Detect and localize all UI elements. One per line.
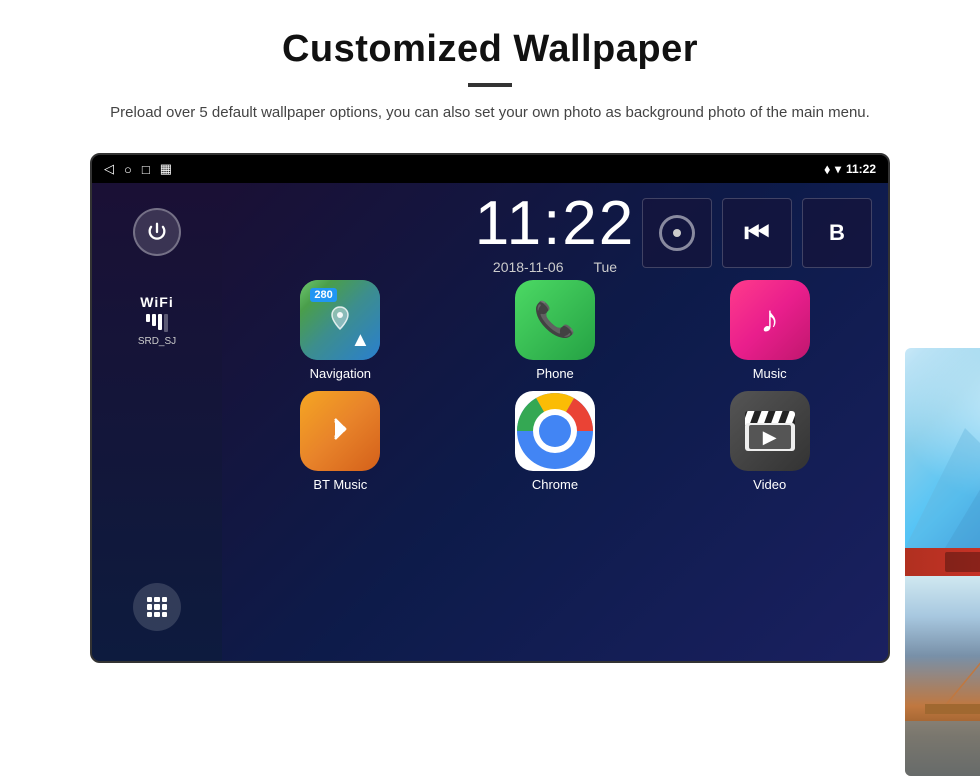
wifi-bar-2 [152,314,156,326]
status-time: 11:22 [846,162,876,176]
header: Customized Wallpaper Preload over 5 defa… [0,0,980,143]
media-b-icon: B [829,220,845,246]
nav-app-icon: 280 ▲ [300,280,380,360]
screenshot-icon[interactable]: ▦ [160,161,172,177]
apps-button[interactable] [133,583,181,631]
wifi-bar-4 [164,314,168,332]
chrome-app-label: Chrome [532,477,578,492]
screen-body: WiFi SRD_SJ [92,183,888,661]
nav-app-label: Navigation [310,366,371,381]
power-icon [146,221,168,243]
status-icons: ⬧ ▾ 11:22 [825,162,876,177]
bt-music-app-label: BT Music [313,477,367,492]
wallpaper-ice[interactable] [905,348,980,548]
nav-map-inner: 280 ▲ [300,280,380,360]
app-item-phone[interactable]: 📞 Phone [453,280,658,381]
clock-day: Tue [593,259,617,275]
app-item-bt-music[interactable]: BT Music [238,391,443,492]
video-app-icon: ▶ [730,391,810,471]
status-bar: ◁ ○ □ ▦ ⬧ ▾ 11:22 [92,155,888,183]
video-app-label: Video [753,477,786,492]
signal-icon-box [642,198,712,268]
nav-badge: 280 [310,288,336,302]
page-title: Customized Wallpaper [60,28,920,71]
wallpaper-device-strip [905,548,980,576]
phone-app-icon: 📞 [515,280,595,360]
chrome-svg-icon [515,391,595,471]
sidebar: WiFi SRD_SJ [92,183,222,661]
ice-svg [905,348,980,548]
app-grid: 280 ▲ Navigation [238,280,872,492]
wifi-label: WiFi [138,294,176,310]
device-frame: ◁ ○ □ ▦ ⬧ ▾ 11:22 [90,153,890,663]
music-note-icon: ♪ [760,299,779,342]
title-divider [468,83,512,87]
bluetooth-icon [321,409,359,454]
location-icon: ⬧ [825,162,830,177]
recents-icon[interactable]: □ [142,162,150,177]
bt-app-icon [300,391,380,471]
skip-icon: ⏮ [744,217,769,250]
power-button[interactable] [133,208,181,256]
home-icon[interactable]: ○ [124,162,132,177]
screen-main: 11:22 2018-11-06 Tue [222,183,888,661]
app-item-chrome[interactable]: Chrome [453,391,658,492]
wifi-bars [138,314,176,332]
media-letter-box[interactable]: B [802,198,872,268]
header-description: Preload over 5 default wallpaper options… [60,101,920,125]
bridge-svg [905,576,980,776]
nav-arrow-icon: ▲ [351,329,371,352]
wifi-ssid: SRD_SJ [138,336,176,347]
wifi-bar-1 [146,314,150,322]
wifi-bar-3 [158,314,162,330]
phone-icon: 📞 [534,300,576,340]
wallpaper-panels: CarSetting [905,348,980,776]
app-item-music[interactable]: ♪ Music [667,280,872,381]
app-item-navigation[interactable]: 280 ▲ Navigation [238,280,443,381]
main-content: ◁ ○ □ ▦ ⬧ ▾ 11:22 [0,143,980,663]
music-app-icon: ♪ [730,280,810,360]
nav-buttons: ◁ ○ □ ▦ [104,161,172,177]
signal-circle-icon [659,215,695,251]
signal-dot [673,229,681,237]
wifi-status-icon: ▾ [835,162,841,176]
device-wrapper: ◁ ○ □ ▦ ⬧ ▾ 11:22 [90,153,890,663]
grid-icon [147,597,167,617]
app-item-video[interactable]: ▶ Video [667,391,872,492]
clapper-bottom: ▶ [745,423,795,451]
chrome-app-icon [515,391,595,471]
clock-date-value: 2018-11-06 [493,259,564,275]
wallpaper-bridge[interactable]: CarSetting [905,576,980,776]
back-icon[interactable]: ◁ [104,161,114,177]
music-app-label: Music [753,366,787,381]
clapper-icon: ▶ [745,411,795,451]
wifi-section: WiFi SRD_SJ [138,294,176,347]
phone-app-label: Phone [536,366,574,381]
media-skip-box[interactable]: ⏮ [722,198,792,268]
